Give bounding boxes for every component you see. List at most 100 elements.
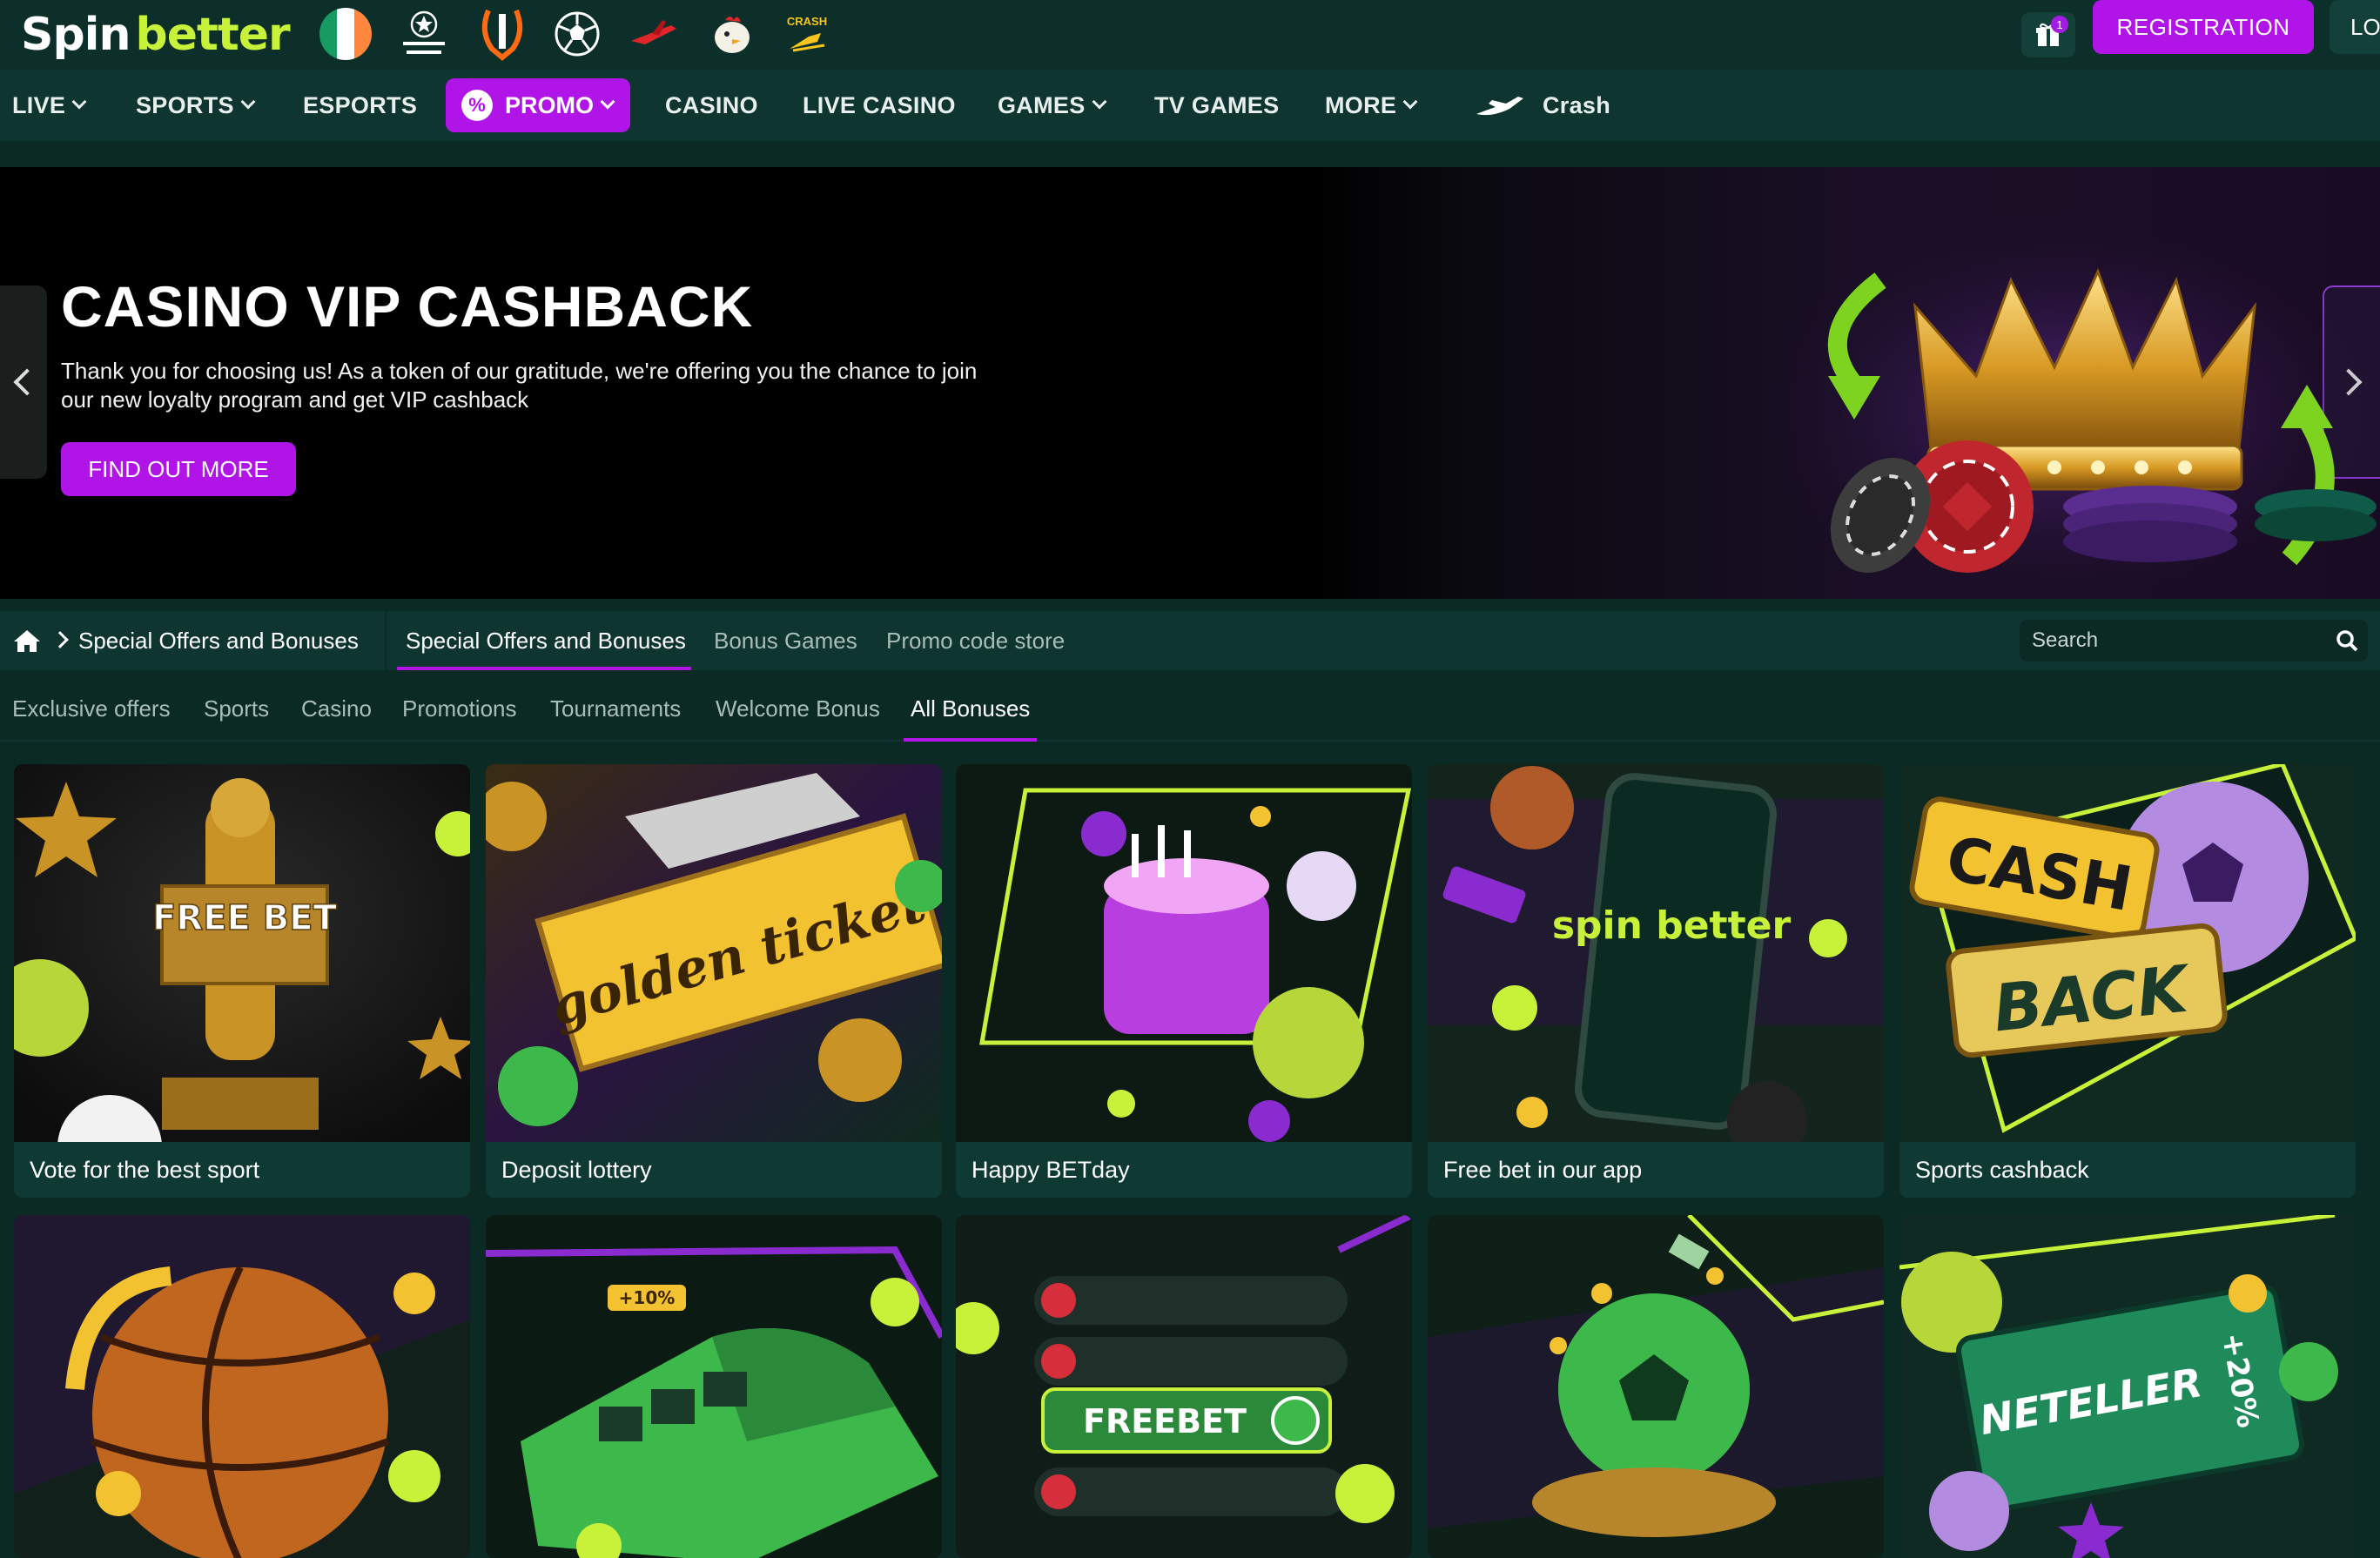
card-image: +10%	[486, 1215, 942, 1558]
nav-casino-label: CASINO	[665, 91, 758, 118]
chevron-down-icon	[240, 94, 256, 110]
chevron-down-icon	[600, 94, 615, 110]
chevron-down-icon	[1092, 94, 1107, 110]
chevron-down-icon	[71, 94, 87, 110]
tab-promo-code-store[interactable]: Promo code store	[886, 611, 1065, 670]
card-image: CASH BACK	[1899, 764, 2356, 1142]
card-art-text: spin better	[1552, 903, 1792, 948]
card-art-text: +10%	[619, 1287, 676, 1308]
logo-text-better: better	[135, 9, 291, 61]
football-icon[interactable]	[548, 5, 606, 63]
chevron-down-icon	[1402, 94, 1418, 110]
nav-spacer	[0, 141, 2380, 167]
card-image	[14, 1215, 470, 1558]
bonus-card[interactable]	[1428, 1215, 1884, 1558]
home-icon[interactable]	[12, 628, 42, 653]
champions-league-icon[interactable]	[395, 5, 453, 63]
filter-sports[interactable]: Sports	[204, 675, 269, 742]
bonus-card[interactable]: +10%	[486, 1215, 942, 1558]
bonus-card[interactable]: Happy BETday	[956, 764, 1412, 1198]
main-nav: LIVE SPORTS ESPORTS % PROMO CASINO LIVE …	[0, 70, 2380, 141]
nav-live-casino-label: LIVE CASINO	[803, 91, 956, 118]
nav-casino[interactable]: CASINO	[665, 70, 758, 141]
nav-more-label: MORE	[1325, 91, 1397, 118]
breadcrumb-bar: Special Offers and Bonuses Special Offer…	[0, 611, 2380, 670]
nav-tv-games-label: TV GAMES	[1154, 91, 1280, 118]
chevron-right-icon	[51, 631, 69, 648]
card-image: spin better	[1428, 764, 1884, 1142]
chevron-left-icon	[13, 368, 41, 396]
login-button[interactable]: LO	[2330, 0, 2380, 54]
nav-live[interactable]: LIVE	[12, 70, 87, 141]
crash-game-icon[interactable]: CRASH	[778, 5, 836, 63]
card-image	[956, 764, 1412, 1142]
filter-exclusive-offers[interactable]: Exclusive offers	[12, 675, 171, 742]
bonus-card[interactable]: spin better Free bet in our app	[1428, 764, 1884, 1198]
card-art-text: FREEBET	[1083, 1402, 1247, 1440]
bonus-card[interactable]: NETELLER +20%	[1899, 1215, 2356, 1558]
nav-promo[interactable]: % PROMO	[446, 78, 630, 132]
filter-tournaments[interactable]: Tournaments	[550, 675, 681, 742]
tab-bonus-games[interactable]: Bonus Games	[714, 611, 857, 670]
nav-more[interactable]: MORE	[1325, 70, 1418, 141]
filter-welcome-bonus[interactable]: Welcome Bonus	[716, 675, 880, 742]
bonus-card[interactable]: FREE BET Vote for the best sport	[14, 764, 470, 1198]
banner-prev-button[interactable]	[0, 285, 47, 479]
filter-casino[interactable]: Casino	[301, 675, 372, 742]
nav-crash[interactable]: Crash	[1475, 70, 1610, 141]
nav-sports[interactable]: SPORTS	[136, 70, 256, 141]
crash-plane-icon	[1476, 97, 1523, 116]
crown-chips-illustration	[1741, 211, 2380, 599]
banner-title: CASINO VIP CASHBACK	[61, 274, 754, 339]
nav-sports-label: SPORTS	[136, 91, 234, 118]
nav-live-casino[interactable]: LIVE CASINO	[803, 70, 956, 141]
filter-all-bonuses[interactable]: All Bonuses	[903, 675, 1038, 742]
top-bar: Spin better CRASH 1 REGISTRATION LO	[0, 0, 2380, 70]
card-title: Sports cashback	[1915, 1156, 2089, 1183]
banner-text: Thank you for choosing us! As a token of…	[61, 358, 978, 413]
card-image	[1428, 1215, 1884, 1558]
card-title: Deposit lottery	[501, 1156, 652, 1183]
aviator-plane-icon[interactable]	[625, 5, 682, 63]
bonus-card[interactable]	[14, 1215, 470, 1558]
nav-esports-label: ESPORTS	[303, 91, 418, 118]
category-bar: Exclusive offers Sports Casino Promotion…	[0, 675, 2380, 742]
card-art-text: FREE BET	[152, 898, 338, 938]
divider	[385, 611, 387, 670]
gift-badge: 1	[2051, 16, 2068, 33]
europa-league-icon[interactable]	[474, 5, 531, 63]
crash-icon-label: CRASH	[786, 14, 828, 28]
breadcrumb-current[interactable]: Special Offers and Bonuses	[78, 611, 359, 670]
card-title: Happy BETday	[971, 1156, 1130, 1183]
nav-tv-games[interactable]: TV GAMES	[1154, 70, 1279, 141]
nav-live-label: LIVE	[12, 91, 66, 118]
card-title: Vote for the best sport	[30, 1156, 260, 1183]
card-image: FREE BET	[14, 764, 470, 1142]
hero-banner: CASINO VIP CASHBACK Thank you for choosi…	[0, 167, 2380, 599]
bonus-card[interactable]: FREEBET	[956, 1215, 1412, 1558]
spinbetter-logo[interactable]: Spin better	[21, 9, 291, 61]
gift-button[interactable]: 1	[2021, 12, 2075, 57]
registration-button[interactable]: REGISTRATION	[2093, 0, 2314, 54]
nav-games-label: GAMES	[998, 91, 1086, 118]
bonus-card[interactable]: golden ticket Deposit lottery	[486, 764, 942, 1198]
card-image: golden ticket	[486, 764, 942, 1142]
card-title: Free bet in our app	[1443, 1156, 1643, 1183]
tab-special-offers[interactable]: Special Offers and Bonuses	[397, 611, 691, 670]
bonus-card[interactable]: CASH BACK Sports cashback	[1899, 764, 2356, 1198]
find-out-more-button[interactable]: FIND OUT MORE	[61, 442, 296, 496]
chicken-game-icon[interactable]	[703, 5, 761, 63]
percent-icon: %	[461, 90, 493, 121]
ireland-flag-icon[interactable]	[317, 5, 374, 63]
nav-promo-label: PROMO	[505, 91, 595, 118]
nav-esports[interactable]: ESPORTS	[303, 70, 417, 141]
logo-text-spin: Spin	[21, 9, 131, 61]
nav-games[interactable]: GAMES	[998, 70, 1107, 141]
card-image: NETELLER +20%	[1899, 1215, 2356, 1558]
card-image: FREEBET	[956, 1215, 1412, 1558]
search-input[interactable]	[2020, 620, 2316, 661]
filter-promotions[interactable]: Promotions	[402, 675, 517, 742]
nav-crash-label: Crash	[1543, 91, 1611, 118]
search-box	[2020, 620, 2368, 661]
search-icon[interactable]	[2335, 628, 2359, 653]
